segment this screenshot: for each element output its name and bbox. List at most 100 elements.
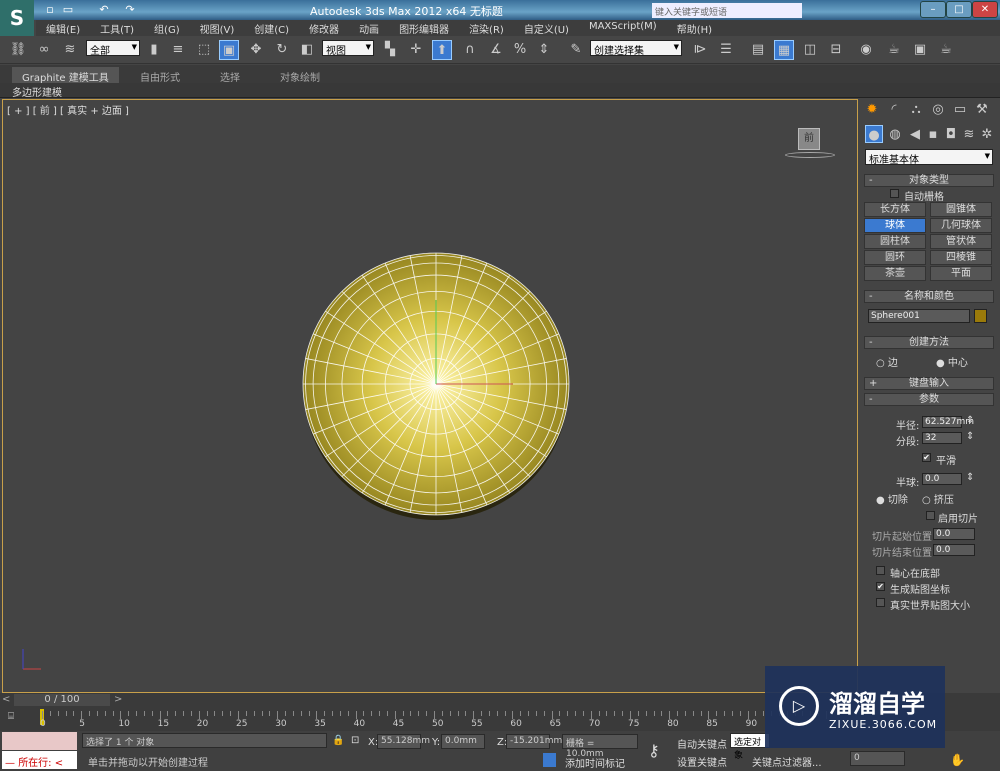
pivot-center-icon[interactable]: ▚ (380, 40, 400, 60)
snap-toggle-icon[interactable]: ∩ (460, 40, 480, 60)
geometry-icon[interactable]: ● (865, 125, 883, 143)
systems-icon[interactable]: ✲ (977, 125, 997, 145)
create-tab-icon[interactable]: ✹ (862, 100, 882, 120)
set-key-button[interactable]: 设置关键点 (677, 754, 727, 769)
smooth-checkbox[interactable]: ✔ (922, 453, 931, 462)
select-by-name-icon[interactable]: ≡ (168, 40, 188, 60)
time-slider-thumb[interactable]: 0 / 100 (14, 694, 110, 706)
window-crossing-icon[interactable]: ▣ (219, 40, 239, 60)
graphite-toggle-icon[interactable]: ▦ (774, 40, 794, 60)
menu-item[interactable]: 编辑(E) (36, 20, 90, 36)
rollout-object-type[interactable]: - 对象类型 (864, 174, 994, 187)
named-selection-dropdown[interactable]: 创建选择集 (590, 40, 682, 57)
display-tab-icon[interactable]: ▭ (950, 100, 970, 120)
render-setup-icon[interactable]: ☕ (884, 40, 904, 60)
radius-input[interactable]: 62.527mm (922, 416, 974, 428)
next-frame-button[interactable]: > (114, 694, 122, 705)
menu-item[interactable]: 修改器 (299, 20, 349, 36)
render-icon[interactable]: ☕ (936, 40, 956, 60)
minimize-button[interactable]: – (920, 1, 946, 18)
object-type-button[interactable]: 四棱锥 (930, 250, 992, 265)
percent-snap-icon[interactable]: % (510, 40, 530, 60)
scale-icon[interactable]: ◧ (297, 40, 317, 60)
shapes-icon[interactable]: ◍ (885, 125, 905, 145)
y-coord-input[interactable]: 0.0mm (441, 734, 485, 749)
rollout-creation-method[interactable]: - 创建方法 (864, 336, 994, 349)
utilities-tab-icon[interactable]: ⚒ (972, 100, 992, 120)
rendered-frame-icon[interactable]: ▣ (910, 40, 930, 60)
ribbon-tab[interactable]: 对象绘制 (270, 67, 330, 84)
menu-item[interactable]: 动画 (349, 20, 389, 36)
redo-icon[interactable]: ↷ (120, 0, 140, 20)
select-object-icon[interactable]: ▮ (144, 40, 164, 60)
menu-item[interactable]: 创建(C) (244, 20, 299, 36)
menu-item[interactable]: 帮助(H) (667, 20, 722, 36)
hierarchy-tab-icon[interactable]: ⛬ (906, 100, 926, 120)
menu-item[interactable]: 渲染(R) (459, 20, 514, 36)
move-icon[interactable]: ✥ (246, 40, 266, 60)
undo-icon[interactable]: ↶ (94, 0, 114, 20)
key-icon[interactable]: ⚷ (648, 741, 660, 760)
object-type-button[interactable]: 几何球体 (930, 218, 992, 233)
cameras-icon[interactable]: ▪ (923, 125, 943, 145)
material-editor-icon[interactable]: ◉ (856, 40, 876, 60)
keyboard-shortcut-icon[interactable]: ⬆ (432, 40, 452, 60)
object-type-button[interactable]: 圆柱体 (864, 234, 926, 249)
object-type-button[interactable]: 平面 (930, 266, 992, 281)
spinner-snap-icon[interactable]: ⇕ (534, 40, 554, 60)
object-type-button[interactable]: 管状体 (930, 234, 992, 249)
auto-key-button[interactable]: 自动关键点 (677, 736, 727, 751)
helpers-icon[interactable]: ◘ (941, 125, 961, 145)
new-file-icon[interactable]: ▫ (40, 0, 60, 20)
open-file-icon[interactable]: ▭ (58, 0, 78, 20)
menu-item[interactable]: 组(G) (144, 20, 190, 36)
object-type-button[interactable]: 球体 (864, 218, 926, 233)
key-mode-dropdown[interactable]: 选定对象 (730, 733, 770, 761)
mini-curve-editor-icon[interactable]: ⌸ (8, 711, 14, 722)
maxscript-listener[interactable] (2, 732, 77, 750)
object-type-button[interactable]: 茶壶 (864, 266, 926, 281)
object-type-button[interactable]: 圆锥体 (930, 202, 992, 217)
menu-item[interactable]: 自定义(U) (514, 20, 579, 36)
menu-item[interactable]: 工具(T) (90, 20, 144, 36)
app-logo[interactable]: S (0, 0, 34, 36)
motion-tab-icon[interactable]: ◎ (928, 100, 948, 120)
mirror-icon[interactable]: ⧐ (690, 40, 710, 60)
bind-spacewarp-icon[interactable]: ≋ (60, 40, 80, 60)
ribbon-tab[interactable]: Graphite 建模工具 (12, 67, 119, 84)
menu-item[interactable]: MAXScript(M) (579, 20, 667, 36)
close-button[interactable]: ✕ (972, 1, 998, 18)
radio-chop[interactable]: ● 切除 (876, 491, 908, 506)
z-coord-input[interactable]: -15.201mm (506, 734, 562, 749)
rollout-parameters[interactable]: - 参数 (864, 393, 994, 406)
radio-squash[interactable]: ○ 挤压 (922, 491, 954, 506)
rect-selection-icon[interactable]: ⬚ (194, 40, 214, 60)
base-pivot-checkbox[interactable] (876, 566, 885, 575)
category-dropdown[interactable]: 标准基本体 (865, 149, 993, 166)
slice-on-checkbox[interactable] (926, 511, 935, 520)
manipulate-icon[interactable]: ✛ (406, 40, 426, 60)
time-tag-icon[interactable] (543, 753, 556, 767)
x-coord-input[interactable]: 55.128mm (377, 734, 430, 749)
rollout-name-color[interactable]: - 名称和颜色 (864, 290, 994, 303)
radius-spinner[interactable]: ⇕ (966, 415, 974, 426)
slice-to-input[interactable]: 0.0 (933, 544, 975, 556)
current-frame-input[interactable]: 0 (850, 751, 905, 766)
edit-named-selection-icon[interactable]: ✎ (566, 40, 586, 60)
layer-manager-icon[interactable]: ▤ (748, 40, 768, 60)
modify-tab-icon[interactable]: ◜ (884, 100, 904, 120)
radio-edge[interactable]: ○ 边 (876, 354, 898, 369)
segments-input[interactable]: 32 (922, 432, 962, 444)
schematic-view-icon[interactable]: ⊟ (826, 40, 846, 60)
prev-frame-button[interactable]: < (2, 694, 10, 705)
selection-filter-dropdown[interactable]: 全部 (86, 40, 140, 57)
hemisphere-spinner[interactable]: ⇕ (966, 472, 974, 483)
lock-icon[interactable]: 🔒 (332, 735, 344, 746)
radio-center[interactable]: ● 中心 (936, 354, 968, 369)
menu-item[interactable]: 图形编辑器 (389, 20, 459, 36)
viewport-front[interactable]: [ + ] [ 前 ] [ 真实 + 边面 ] 前 (2, 99, 858, 693)
add-time-tag[interactable]: 添加时间标记 (565, 755, 625, 770)
absolute-mode-icon[interactable]: ⊡ (351, 735, 359, 746)
angle-snap-icon[interactable]: ∡ (486, 40, 506, 60)
rotate-icon[interactable]: ↻ (272, 40, 292, 60)
